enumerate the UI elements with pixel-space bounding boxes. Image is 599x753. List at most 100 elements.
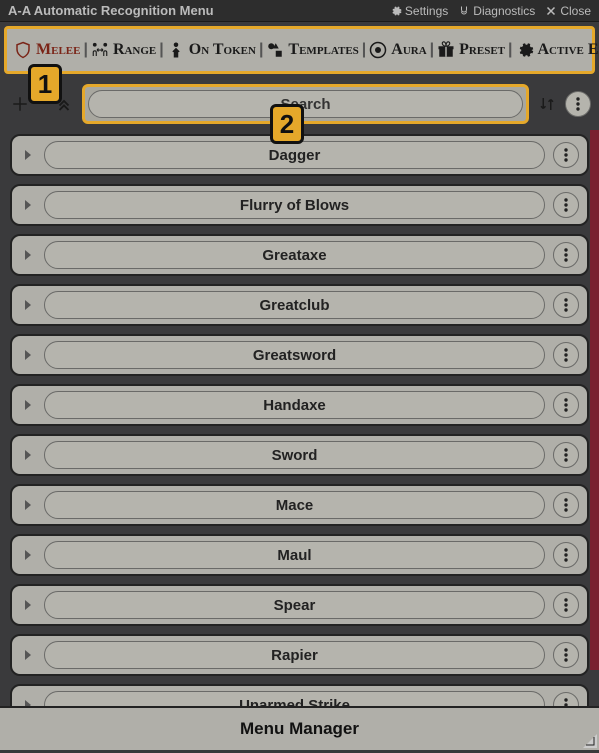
chevron-right-icon — [23, 200, 33, 210]
list-item: Spear — [10, 584, 589, 626]
stethoscope-icon — [458, 5, 470, 17]
people-arrows-icon — [91, 41, 109, 59]
expand-button[interactable] — [20, 347, 36, 363]
list-item: Sword — [10, 434, 589, 476]
expand-button[interactable] — [20, 147, 36, 163]
dots-vertical-icon — [564, 398, 568, 412]
list-item: Greatclub — [10, 284, 589, 326]
item-label[interactable]: Greatclub — [44, 291, 545, 319]
shield-icon — [14, 41, 32, 59]
dots-vertical-icon — [564, 498, 568, 512]
aura-icon — [369, 41, 387, 59]
dots-vertical-icon — [564, 298, 568, 312]
item-menu-button[interactable] — [553, 342, 579, 368]
chevron-right-icon — [23, 600, 33, 610]
tab-melee[interactable]: Melee — [11, 41, 83, 59]
expand-button[interactable] — [20, 297, 36, 313]
shapes-icon — [266, 41, 284, 59]
tab-range[interactable]: Range — [88, 41, 159, 59]
item-label[interactable]: Greatsword — [44, 341, 545, 369]
gear-icon — [390, 5, 402, 17]
list-item: Greataxe — [10, 234, 589, 276]
expand-button[interactable] — [20, 597, 36, 613]
chevron-right-icon — [23, 400, 33, 410]
expand-button[interactable] — [20, 497, 36, 513]
footer-button[interactable]: Menu Manager — [0, 706, 599, 750]
list-item: Maul — [10, 534, 589, 576]
gears-icon — [516, 41, 534, 59]
item-label[interactable]: Mace — [44, 491, 545, 519]
chevron-right-icon — [23, 450, 33, 460]
item-menu-button[interactable] — [553, 192, 579, 218]
list-item: Greatsword — [10, 334, 589, 376]
expand-button[interactable] — [20, 547, 36, 563]
expand-button[interactable] — [20, 447, 36, 463]
item-menu-button[interactable] — [553, 292, 579, 318]
dots-vertical-icon — [564, 448, 568, 462]
item-label[interactable]: Maul — [44, 541, 545, 569]
dots-vertical-icon — [564, 148, 568, 162]
close-button[interactable]: Close — [545, 4, 591, 18]
item-menu-button[interactable] — [553, 492, 579, 518]
list-item: Flurry of Blows — [10, 184, 589, 226]
item-menu-button[interactable] — [553, 592, 579, 618]
resize-handle[interactable] — [583, 734, 597, 748]
window-title: A-A Automatic Recognition Menu — [8, 3, 390, 18]
list-item: Handaxe — [10, 384, 589, 426]
sort-icon — [538, 95, 556, 113]
toolbar-menu-button[interactable] — [565, 91, 591, 117]
item-label[interactable]: Rapier — [44, 641, 545, 669]
tab-preset[interactable]: Preset — [434, 41, 508, 59]
item-label[interactable]: Spear — [44, 591, 545, 619]
chevron-right-icon — [23, 150, 33, 160]
expand-button[interactable] — [20, 197, 36, 213]
item-menu-button[interactable] — [553, 542, 579, 568]
side-strip — [590, 130, 599, 670]
dots-vertical-icon — [576, 97, 580, 111]
item-menu-button[interactable] — [553, 242, 579, 268]
item-label[interactable]: Dagger — [44, 141, 545, 169]
dots-vertical-icon — [564, 198, 568, 212]
sort-button[interactable] — [535, 92, 559, 116]
tab-on-token[interactable]: On Token — [164, 41, 259, 59]
dots-vertical-icon — [564, 548, 568, 562]
chevron-right-icon — [23, 550, 33, 560]
tab-active-effects[interactable]: Active Effects — [513, 41, 599, 59]
item-menu-button[interactable] — [553, 142, 579, 168]
tab-bar: Melee | Range | On Token | Templates | A… — [4, 26, 595, 74]
gift-icon — [437, 41, 455, 59]
item-label[interactable]: Handaxe — [44, 391, 545, 419]
dots-vertical-icon — [564, 348, 568, 362]
chevron-right-icon — [23, 350, 33, 360]
window-titlebar: A-A Automatic Recognition Menu Settings … — [0, 0, 599, 22]
list-item: Mace — [10, 484, 589, 526]
close-icon — [545, 5, 557, 17]
chevron-right-icon — [23, 250, 33, 260]
person-icon — [167, 41, 185, 59]
item-menu-button[interactable] — [553, 642, 579, 668]
expand-button[interactable] — [20, 397, 36, 413]
item-label[interactable]: Flurry of Blows — [44, 191, 545, 219]
chevron-right-icon — [23, 500, 33, 510]
diagnostics-button[interactable]: Diagnostics — [458, 4, 535, 18]
dots-vertical-icon — [564, 598, 568, 612]
item-menu-button[interactable] — [553, 442, 579, 468]
list-item: Rapier — [10, 634, 589, 676]
item-label[interactable]: Greataxe — [44, 241, 545, 269]
callout-1: 1 — [28, 64, 62, 104]
dots-vertical-icon — [564, 248, 568, 262]
settings-button[interactable]: Settings — [390, 4, 448, 18]
chevron-right-icon — [23, 300, 33, 310]
item-list: Dagger Flurry of Blows Greataxe Greatclu… — [0, 130, 599, 710]
tab-aura[interactable]: Aura — [366, 41, 429, 59]
plus-icon — [11, 95, 29, 113]
item-label[interactable]: Sword — [44, 441, 545, 469]
expand-button[interactable] — [20, 647, 36, 663]
chevron-right-icon — [23, 650, 33, 660]
search-input[interactable] — [88, 90, 523, 118]
expand-button[interactable] — [20, 247, 36, 263]
callout-2: 2 — [270, 104, 304, 144]
tab-templates[interactable]: Templates — [263, 41, 361, 59]
dots-vertical-icon — [564, 648, 568, 662]
item-menu-button[interactable] — [553, 392, 579, 418]
